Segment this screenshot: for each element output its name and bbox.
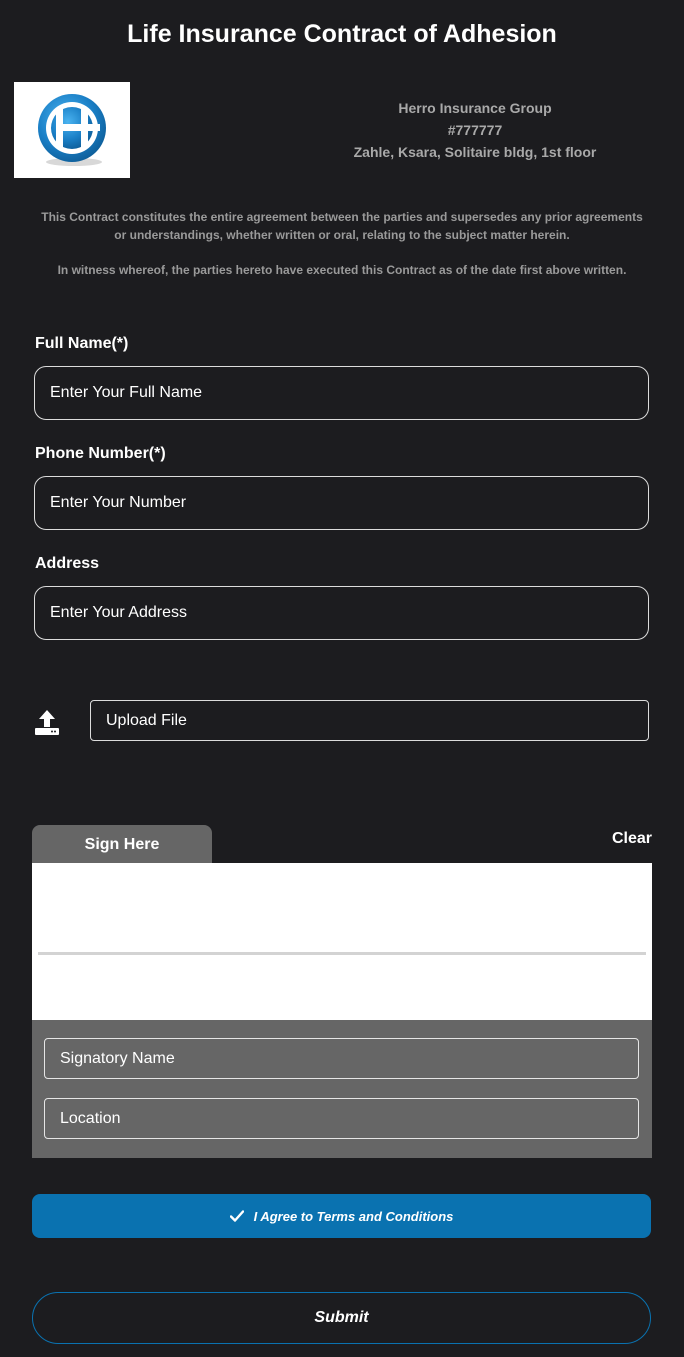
clear-signature-button[interactable]: Clear (598, 830, 652, 852)
terms-paragraph-2: In witness whereof, the parties hereto h… (57, 263, 627, 277)
agree-terms-button[interactable]: I Agree to Terms and Conditions (32, 1194, 651, 1238)
agree-terms-label: I Agree to Terms and Conditions (253, 1208, 454, 1224)
contract-page: Life Insurance Contract of Adhesion Herr… (0, 0, 684, 1357)
company-logo-icon (38, 94, 106, 166)
signature-details-panel (32, 1020, 652, 1158)
company-address: Zahle, Ksara, Solitaire bldg, 1st floor (353, 144, 597, 160)
company-logo (14, 82, 130, 178)
sign-here-tab[interactable]: Sign Here (32, 825, 212, 864)
upload-file-label: Upload File (106, 711, 187, 729)
company-name: Herro Insurance Group (398, 100, 552, 116)
full-name-input[interactable] (34, 366, 649, 420)
full-name-label: Full Name(*) (35, 335, 129, 352)
signature-pad[interactable] (32, 863, 652, 1021)
signatory-name-input[interactable] (44, 1038, 639, 1079)
company-number: #777777 (447, 122, 503, 138)
sign-here-label: Sign Here (84, 835, 160, 853)
submit-label: Submit (314, 1309, 369, 1326)
page-title: Life Insurance Contract of Adhesion (127, 20, 557, 48)
upload-file-button[interactable]: Upload File (90, 700, 649, 741)
phone-number-input[interactable] (34, 476, 649, 530)
upload-icon[interactable] (34, 708, 60, 736)
contract-terms: This Contract constitutes the entire agr… (40, 208, 644, 279)
submit-button[interactable]: Submit (32, 1292, 651, 1344)
signature-baseline (38, 952, 646, 955)
address-label: Address (35, 555, 100, 572)
terms-paragraph-1: This Contract constitutes the entire agr… (41, 210, 643, 242)
phone-number-label: Phone Number(*) (35, 445, 166, 462)
company-info: Herro Insurance Group #777777 Zahle, Ksa… (300, 97, 650, 163)
check-icon (229, 1210, 244, 1222)
location-input[interactable] (44, 1098, 639, 1139)
address-input[interactable] (34, 586, 649, 640)
